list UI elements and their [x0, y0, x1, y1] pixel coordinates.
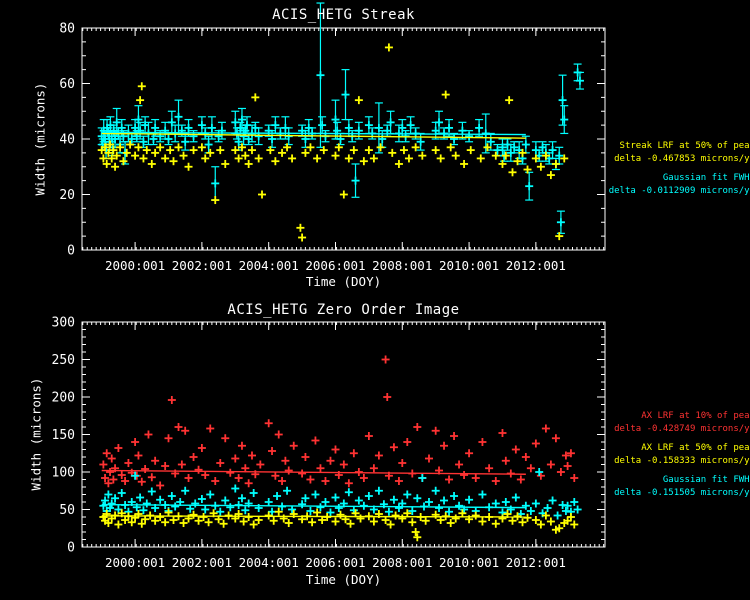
streak-xaxis-label: Time (DOY): [82, 274, 605, 289]
plots-canvas: 2000:001 2002:001 2004:001 2006:001 2008:001…: [0, 0, 750, 600]
y-tick-label: 60: [59, 77, 75, 92]
y-tick-label: 20: [59, 188, 75, 203]
y-tick-label: 50: [59, 503, 75, 518]
x-tick-label: 2004:001: [239, 258, 299, 273]
x-tick-label: 2010:001: [439, 555, 499, 570]
y-tick-label: 0: [67, 244, 75, 259]
legend-entry-ax-lrf-50: AX LRF at 50% of peak delta -0.158333 mi…: [525, 442, 750, 467]
zero-order-title: ACIS_HETG Zero Order Image: [82, 302, 605, 318]
y-tick-label: 250: [52, 353, 75, 368]
x-tick-label: 2002:001: [172, 555, 232, 570]
streak-ylabel: Width (microns): [33, 83, 48, 196]
legend-delta: delta -0.467853 microns/yr: [525, 153, 750, 166]
legend-title: AX LRF at 10% of peak: [525, 410, 750, 423]
x-tick-label: 2000:001: [105, 555, 165, 570]
legend-title: Gaussian fit FWHM: [525, 474, 750, 487]
y-tick-label: 100: [52, 466, 75, 481]
legend-delta: delta -0.0112909 microns/yr: [525, 185, 750, 198]
legend-entry-gaussian-fwhm-zo: Gaussian fit FWHM delta -0.151505 micron…: [525, 474, 750, 499]
streak-title: ACIS_HETG Streak: [82, 7, 605, 23]
x-tick-label: 2002:001: [172, 258, 232, 273]
legend-entry-streak-lrf: Streak LRF at 50% of peak delta -0.46785…: [525, 140, 750, 165]
streak-legend: Streak LRF at 50% of peak delta -0.46785…: [525, 140, 750, 204]
legend-title: Streak LRF at 50% of peak: [525, 140, 750, 153]
zero-order-xaxis-label: Time (DOY): [82, 572, 605, 587]
x-tick-label: 2012:001: [506, 555, 566, 570]
y-tick-label: 40: [59, 133, 75, 148]
y-tick-label: 80: [59, 22, 75, 37]
y-tick-label: 150: [52, 428, 75, 443]
legend-title: Gaussian fit FWHM: [525, 172, 750, 185]
y-tick-label: 200: [52, 391, 75, 406]
zero-order-legend: AX LRF at 10% of peak delta -0.428749 mi…: [525, 410, 750, 507]
x-tick-label: 2006:001: [305, 258, 365, 273]
legend-entry-gaussian-fwhm: Gaussian fit FWHM delta -0.0112909 micro…: [525, 172, 750, 197]
legend-delta: delta -0.428749 microns/yr: [525, 423, 750, 436]
x-tick-label: 2010:001: [439, 258, 499, 273]
zero-order-ylabel: Width (microns): [29, 378, 44, 491]
legend-delta: delta -0.158333 microns/yr: [525, 455, 750, 468]
series-cyan: [98, 3, 584, 233]
x-tick-label: 2012:001: [506, 258, 566, 273]
x-tick-label: 2008:001: [372, 258, 432, 273]
legend-delta: delta -0.151505 microns/yr: [525, 487, 750, 500]
panel-0: 2000:001 2002:001 2004:001 2006:001 2008:001…: [59, 3, 605, 273]
plot-page: 2000:001 2002:001 2004:001 2006:001 2008:001…: [0, 0, 750, 600]
x-tick-label: 2008:001: [372, 555, 432, 570]
panel-1: 2000:001 2002:001 2004:001 2006:001 2008:001…: [52, 316, 605, 571]
x-tick-label: 2000:001: [105, 258, 165, 273]
x-tick-label: 2004:001: [239, 555, 299, 570]
legend-entry-ax-lrf-10: AX LRF at 10% of peak delta -0.428749 mi…: [525, 410, 750, 435]
y-tick-label: 0: [67, 541, 75, 556]
series-red: [99, 356, 578, 490]
x-tick-label: 2006:001: [305, 555, 365, 570]
y-tick-label: 300: [52, 316, 75, 331]
legend-title: AX LRF at 50% of peak: [525, 442, 750, 455]
